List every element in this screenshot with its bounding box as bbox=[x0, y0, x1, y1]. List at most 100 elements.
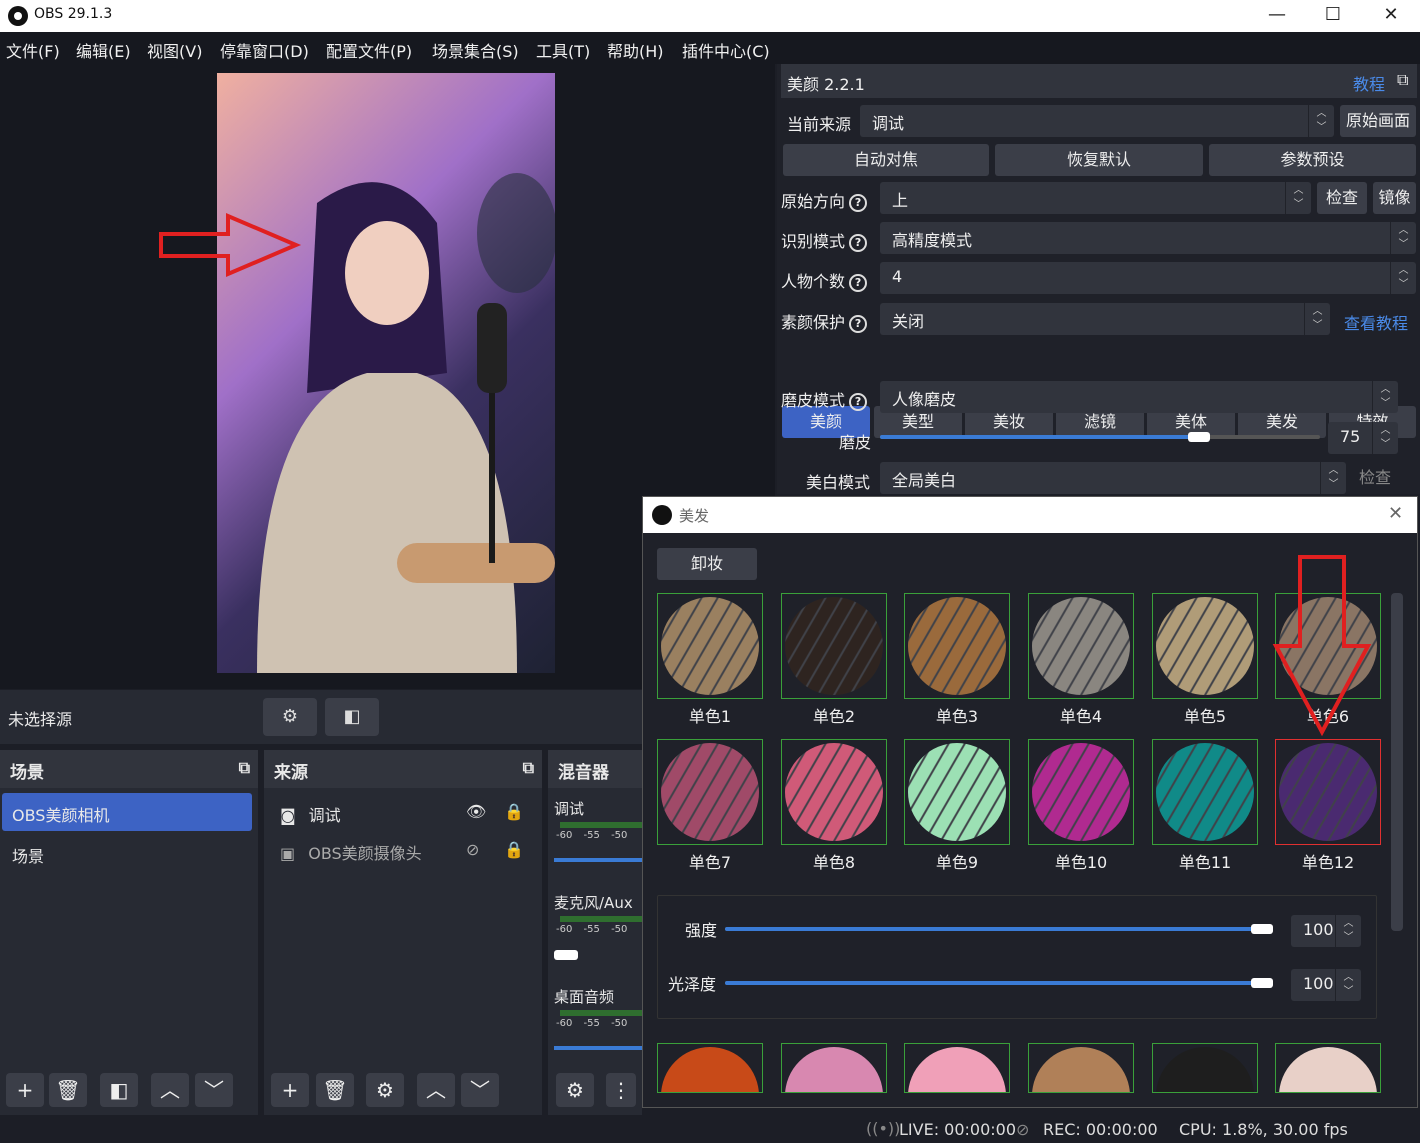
menu-edit[interactable]: 编辑(E) bbox=[76, 38, 131, 62]
scenes-title: 场景 bbox=[10, 763, 44, 783]
remove-scene-button[interactable]: 🗑 bbox=[49, 1073, 87, 1107]
scene-filters-button[interactable]: ◧ bbox=[100, 1073, 138, 1107]
preset-button[interactable]: 参数预设 bbox=[1209, 144, 1416, 176]
smooth-spinbox[interactable]: 75 ︿ ﹀ bbox=[1328, 422, 1398, 454]
mixer-header: 混音器 bbox=[548, 750, 642, 788]
source-filters-button[interactable]: ◧ bbox=[325, 698, 379, 736]
hair-swatch[interactable] bbox=[657, 593, 763, 699]
scene-up-button[interactable]: ︿ bbox=[151, 1073, 189, 1107]
maximize-button[interactable]: ☐ bbox=[1304, 0, 1362, 32]
hair-swatch-label: 单色3 bbox=[935, 707, 979, 726]
hair-swatch[interactable] bbox=[1152, 593, 1258, 699]
original-view-button[interactable]: 原始画面 bbox=[1340, 105, 1416, 137]
volume-slider[interactable] bbox=[554, 858, 642, 862]
hair-swatch[interactable] bbox=[781, 1043, 887, 1093]
source-up-button[interactable]: ︿ bbox=[417, 1073, 455, 1107]
filter-icon: ◧ bbox=[109, 1078, 129, 1102]
restore-default-button[interactable]: 恢复默认 bbox=[995, 144, 1203, 176]
hair-swatch[interactable] bbox=[1275, 1043, 1381, 1093]
menu-tools[interactable]: 工具(T) bbox=[536, 38, 590, 62]
hair-swatch[interactable] bbox=[781, 739, 887, 845]
whiten-check-button[interactable]: 检查 bbox=[1350, 462, 1400, 494]
source-item-beauty-camera[interactable]: ▣ OBS美颜摄像头 ⊘ 🔒 bbox=[280, 840, 530, 866]
hair-swatch[interactable] bbox=[904, 1043, 1010, 1093]
hair-color-swatch bbox=[661, 743, 759, 841]
check-button[interactable]: 检查 bbox=[1317, 182, 1367, 214]
hair-swatch[interactable] bbox=[1152, 739, 1258, 845]
hair-swatch[interactable] bbox=[781, 593, 887, 699]
minimize-button[interactable]: — bbox=[1248, 0, 1306, 32]
close-button[interactable]: ✕ bbox=[1362, 0, 1420, 32]
remove-hair-color-button[interactable]: 卸妆 bbox=[657, 548, 757, 580]
red-arrow-down-annotation bbox=[1272, 555, 1372, 736]
current-source-label: 当前来源 bbox=[787, 115, 852, 134]
add-scene-button[interactable]: + bbox=[6, 1073, 44, 1107]
meter-ticks: -60 -55 -50 bbox=[556, 924, 628, 935]
hair-swatch[interactable] bbox=[904, 593, 1010, 699]
scene-item-obs-camera[interactable]: OBS美颜相机 bbox=[2, 793, 252, 831]
hair-color-swatch bbox=[1032, 1047, 1130, 1092]
hair-swatch[interactable] bbox=[1152, 1043, 1258, 1093]
source-settings-button[interactable]: ⚙ bbox=[366, 1073, 404, 1107]
strength-spinbox[interactable]: 100 ︿ ﹀ bbox=[1291, 915, 1361, 947]
menu-file[interactable]: 文件(F) bbox=[6, 38, 60, 62]
protect-select[interactable]: 关闭 ︿ ﹀ bbox=[880, 303, 1330, 335]
smooth-mode-select[interactable]: 人像磨皮 ︿ ﹀ bbox=[880, 381, 1398, 413]
remove-source-button[interactable]: 🗑 bbox=[316, 1073, 354, 1107]
strength-slider[interactable] bbox=[725, 924, 1273, 934]
hair-swatch-label: 单色1 bbox=[688, 707, 732, 726]
rec-timer: REC: 00:00:00 bbox=[1043, 1120, 1158, 1139]
hair-swatch[interactable] bbox=[1028, 739, 1134, 845]
add-source-button[interactable]: + bbox=[271, 1073, 309, 1107]
hair-swatch-label: 单色2 bbox=[812, 707, 856, 726]
eye-hidden-icon[interactable]: ⊘ bbox=[466, 840, 479, 859]
smooth-slider[interactable] bbox=[880, 432, 1320, 442]
mirror-button[interactable]: 镜像 bbox=[1373, 182, 1416, 214]
chevron-up-icon: ︿ bbox=[426, 1078, 446, 1102]
hair-swatch[interactable] bbox=[657, 1043, 763, 1093]
view-tutorial-link[interactable]: 查看教程 bbox=[1344, 310, 1408, 334]
volume-slider[interactable] bbox=[554, 1046, 642, 1050]
gloss-slider[interactable] bbox=[725, 978, 1273, 988]
menu-plugin-center[interactable]: 插件中心(C) bbox=[682, 38, 770, 62]
menu-help[interactable]: 帮助(H) bbox=[607, 38, 664, 62]
gloss-spinbox[interactable]: 100 ︿ ﹀ bbox=[1291, 969, 1361, 1001]
dialog-scrollbar[interactable] bbox=[1391, 593, 1403, 931]
help-icon: ? bbox=[849, 314, 868, 333]
lock-icon[interactable]: 🔒 bbox=[504, 802, 524, 821]
scene-item-scene[interactable]: 场景 bbox=[12, 843, 44, 867]
menu-scene-collection[interactable]: 场景集合(S) bbox=[432, 38, 519, 62]
hair-swatch-label: 单色8 bbox=[812, 853, 856, 872]
volume-slider-knob[interactable] bbox=[554, 950, 578, 960]
eye-icon[interactable]: 👁 bbox=[466, 802, 486, 821]
count-spinbox[interactable]: 4 ︿ ﹀ bbox=[880, 262, 1416, 294]
menu-docks[interactable]: 停靠窗口(D) bbox=[220, 38, 309, 62]
hair-swatch[interactable] bbox=[657, 739, 763, 845]
source-item-debug[interactable]: ◙ 调试 👁 🔒 bbox=[280, 802, 530, 828]
direction-select[interactable]: 上 ︿ ﹀ bbox=[880, 182, 1311, 214]
source-properties-button[interactable]: ⚙ bbox=[263, 698, 317, 736]
scene-down-button[interactable]: ﹀ bbox=[195, 1073, 233, 1107]
mode-select[interactable]: 高精度模式 ︿ ﹀ bbox=[880, 222, 1416, 254]
count-label: 人物个数? bbox=[781, 268, 868, 292]
live-timer: LIVE: 00:00:00 bbox=[899, 1120, 1017, 1139]
camera-preview-image bbox=[217, 73, 555, 673]
tutorial-link[interactable]: 教程 bbox=[1353, 71, 1385, 95]
dialog-close-icon[interactable]: ✕ bbox=[1388, 503, 1403, 524]
menu-profile[interactable]: 配置文件(P) bbox=[326, 38, 412, 62]
hair-swatch[interactable] bbox=[1028, 593, 1134, 699]
whiten-select[interactable]: 全局美白 ︿ ﹀ bbox=[880, 462, 1346, 494]
mixer-settings-button[interactable]: ⚙ bbox=[556, 1073, 594, 1107]
hair-swatch[interactable] bbox=[904, 739, 1010, 845]
current-source-select[interactable]: 调试 ︿ ﹀ bbox=[860, 105, 1334, 137]
mixer-menu-button[interactable]: ⋮ bbox=[606, 1073, 636, 1107]
auto-focus-button[interactable]: 自动对焦 bbox=[783, 144, 989, 176]
hair-swatch[interactable] bbox=[1275, 739, 1381, 845]
undock-icon[interactable]: ⧉ bbox=[1397, 70, 1408, 90]
undock-icon[interactable]: ⧉ bbox=[239, 758, 250, 778]
hair-swatch[interactable] bbox=[1028, 1043, 1134, 1093]
lock-icon[interactable]: 🔒 bbox=[504, 840, 524, 859]
menu-view[interactable]: 视图(V) bbox=[147, 38, 202, 62]
source-down-button[interactable]: ﹀ bbox=[461, 1073, 499, 1107]
undock-icon[interactable]: ⧉ bbox=[523, 758, 534, 778]
